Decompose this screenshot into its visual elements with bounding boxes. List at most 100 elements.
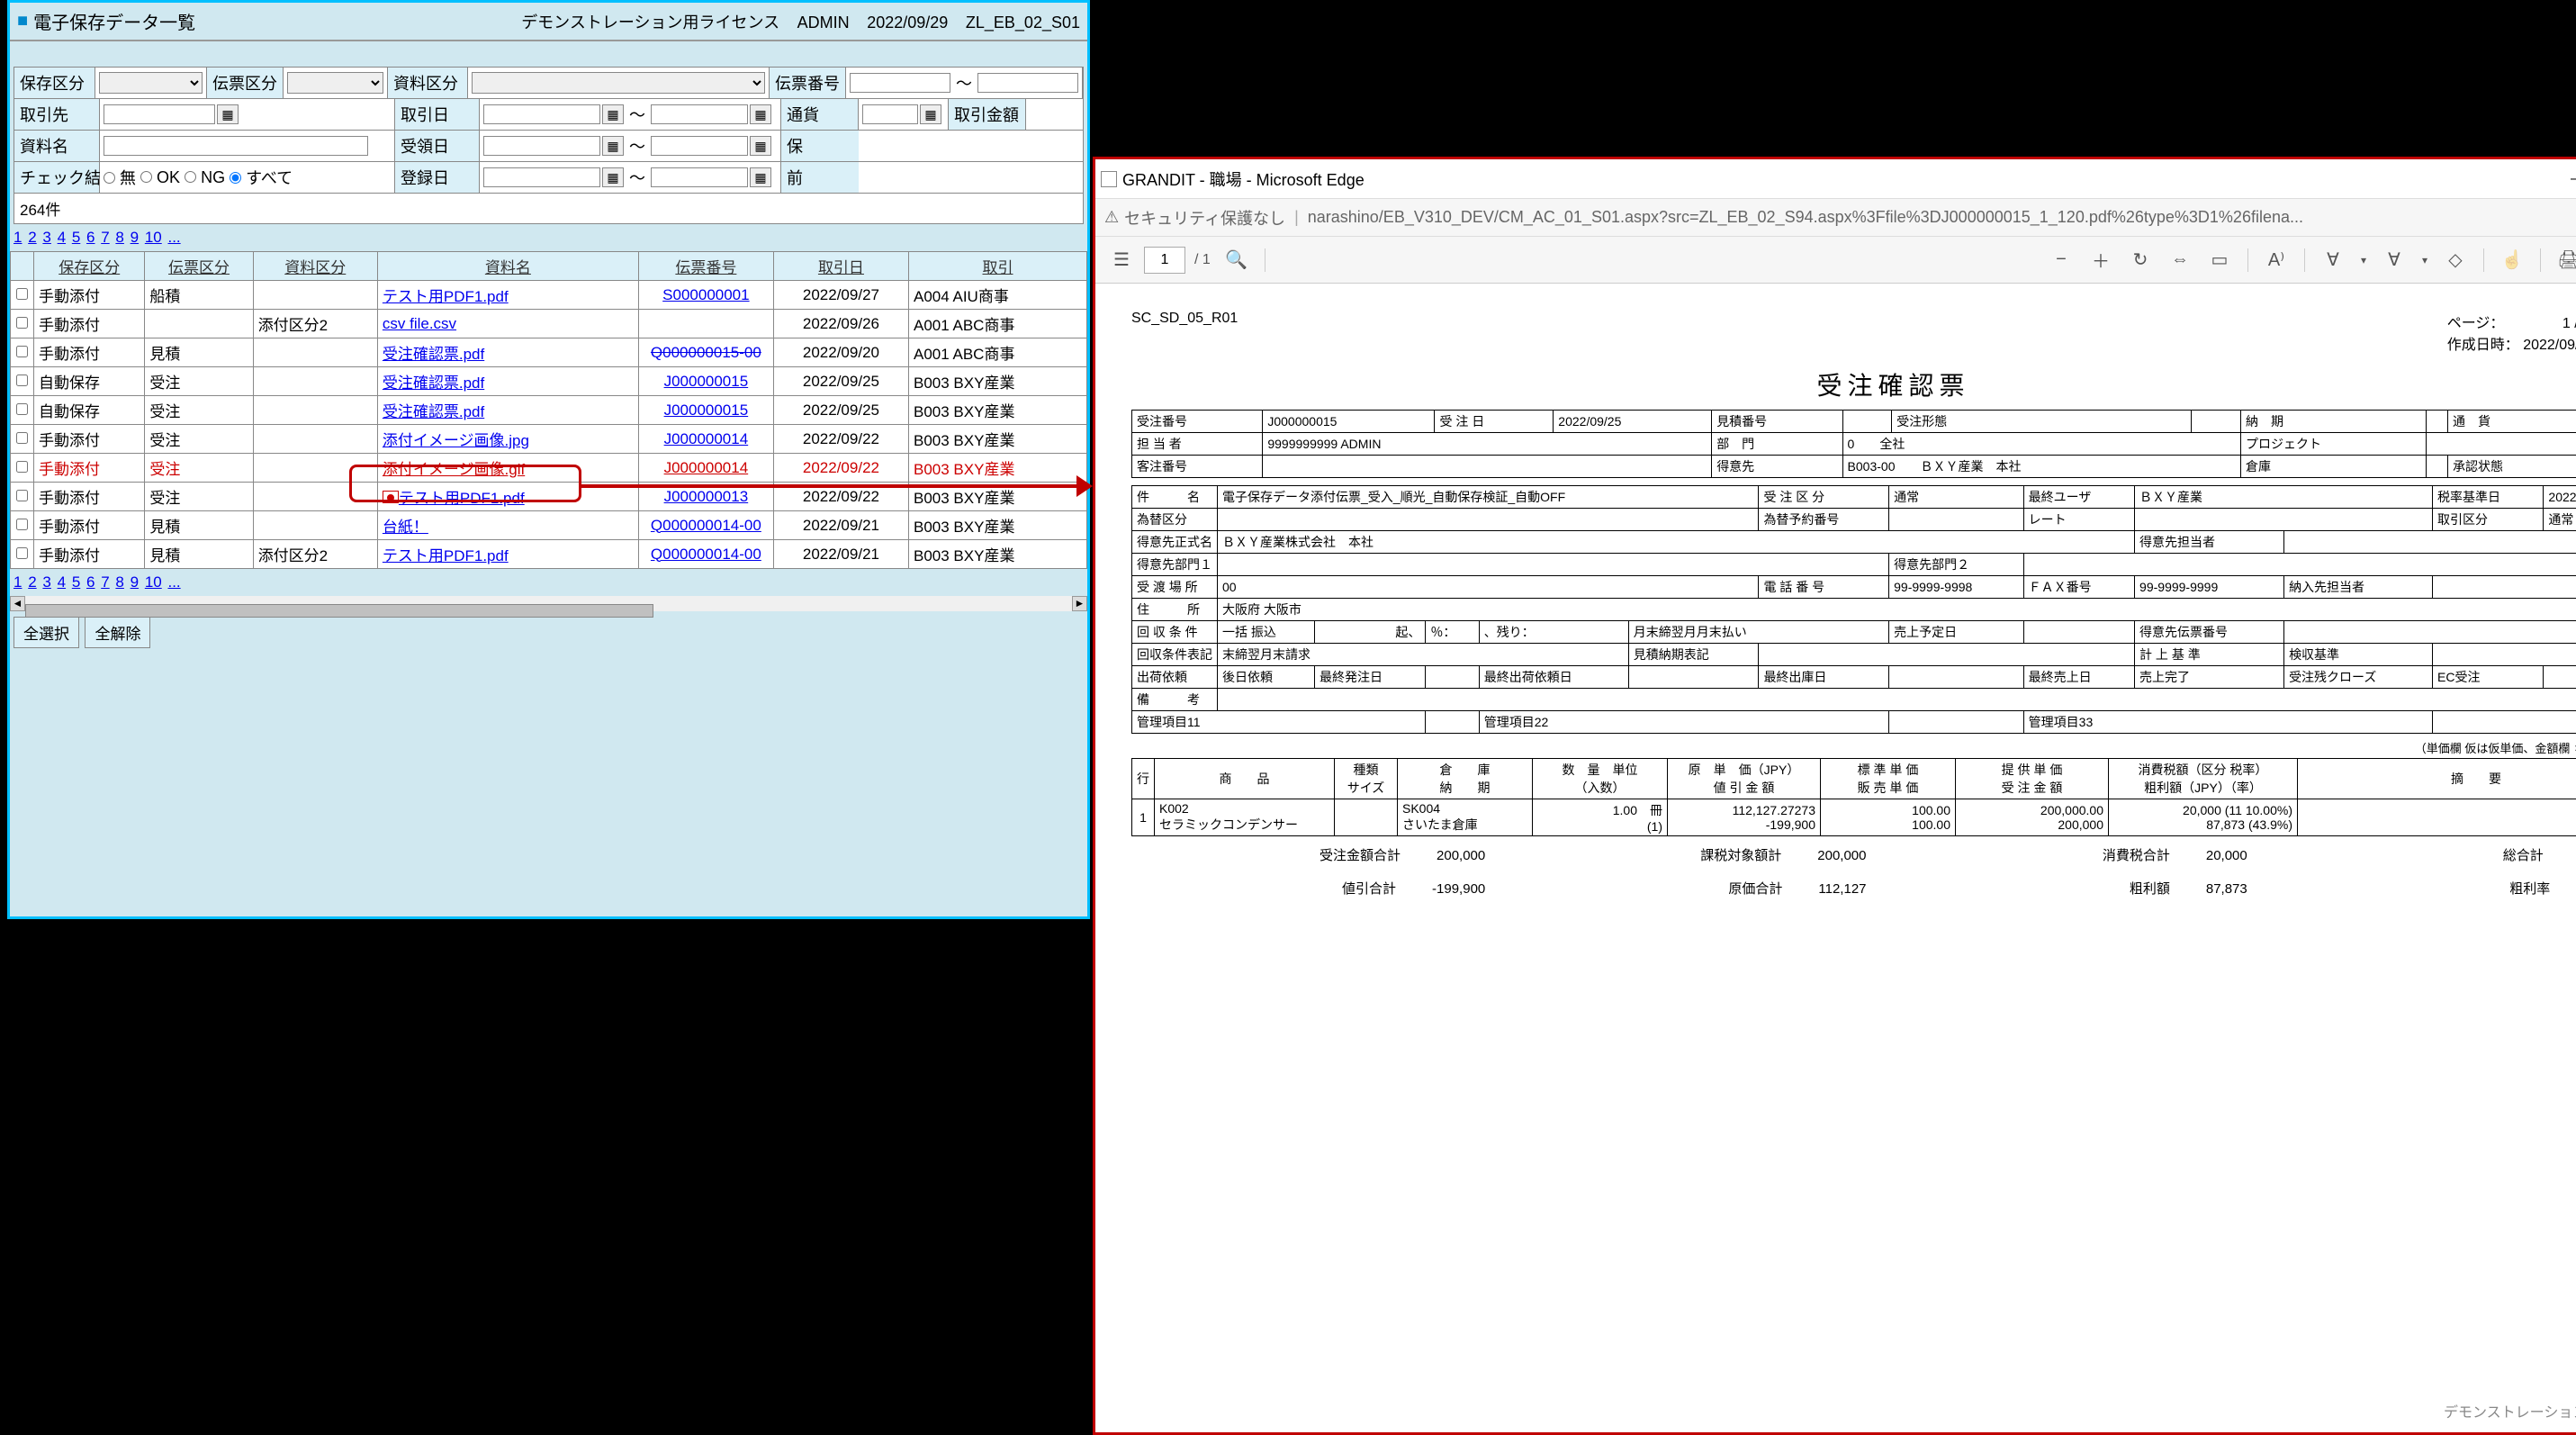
clear-all-button[interactable]: 全解除 [85,617,150,648]
pager-link[interactable]: 9 [131,573,139,591]
inp-torihikisaki[interactable] [104,104,215,124]
print-icon[interactable]: 🖨 [2552,243,2576,277]
slip-link[interactable]: Q000000014-00 [651,517,761,534]
col-shiryo[interactable]: 資料区分 [253,252,377,281]
inp-juryo-from[interactable] [483,136,600,156]
cal-from-1[interactable]: ▦ [602,104,624,124]
slip-link[interactable]: Q000000015-00 [651,344,761,361]
slip-link[interactable]: J000000014 [664,459,749,476]
inp-touroku-to[interactable] [651,167,748,187]
select-all-button[interactable]: 全選択 [14,617,79,648]
url-text[interactable]: narashino/EB_V310_DEV/CM_AC_01_S01.aspx?… [1308,208,2576,227]
pager-link[interactable]: 1 [14,573,22,591]
row-checkbox[interactable] [16,375,28,386]
pager-link[interactable]: 4 [58,573,66,591]
pager-link[interactable]: 4 [58,229,66,246]
scroll-right-icon[interactable]: ► [1072,596,1087,611]
inp-shiryomei[interactable] [104,136,368,156]
file-link[interactable]: テスト用PDF1.pdf [383,547,509,564]
pager-link[interactable]: 8 [115,573,123,591]
cal-to-1[interactable]: ▦ [750,104,771,124]
highlight-icon[interactable]: ∀ [2377,243,2411,277]
file-link[interactable]: 台紙！ [383,519,428,536]
rotate-icon[interactable]: ↻ [2123,243,2157,277]
col-denpyo[interactable]: 伝票区分 [145,252,253,281]
inp-torihikibi-from[interactable] [483,104,600,124]
lookup-torihikisaki[interactable]: ▦ [217,104,239,124]
row-checkbox[interactable] [16,461,28,473]
pager-link[interactable]: 5 [72,229,80,246]
file-link[interactable]: 受注確認票.pdf [383,403,484,420]
lookup-tsuka[interactable]: ▦ [920,104,941,124]
draw-chevron-icon[interactable]: ▾ [2355,243,2372,277]
pager-link[interactable]: 8 [115,229,123,246]
inp-juryo-to[interactable] [651,136,748,156]
slip-link[interactable]: J000000015 [664,373,749,390]
row-checkbox[interactable] [16,432,28,444]
pager-link[interactable]: 10 [145,573,162,591]
col-name[interactable]: 資料名 [377,252,638,281]
pager-link[interactable]: 7 [101,229,109,246]
col-date[interactable]: 取引日 [773,252,908,281]
slip-link[interactable]: Q000000014-00 [651,546,761,563]
h-scrollbar[interactable]: ◄ ► [10,596,1087,611]
pager-link[interactable]: ... [167,573,180,591]
col-partner[interactable]: 取引 [909,252,1087,281]
inp-denpyo-no-from[interactable] [850,73,950,93]
row-checkbox[interactable] [16,288,28,300]
slip-link[interactable]: J000000015 [664,402,749,419]
page-input[interactable] [1144,247,1185,274]
pager-link[interactable]: 7 [101,573,109,591]
cal-to-2[interactable]: ▦ [750,136,771,156]
touch-icon[interactable]: ☝ [2495,243,2529,277]
radio-none[interactable]: 無 [104,166,136,189]
row-checkbox[interactable] [16,519,28,530]
pager-link[interactable]: 3 [42,573,50,591]
pager-link[interactable]: 6 [86,229,95,246]
cal-to-3[interactable]: ▦ [750,167,771,187]
minimize-button[interactable]: — [2556,164,2576,194]
pager-link[interactable]: 10 [145,229,162,246]
cal-from-2[interactable]: ▦ [602,136,624,156]
radio-all[interactable]: すべて [230,166,293,189]
file-link[interactable]: csv file.csv [383,315,456,332]
inp-touroku-from[interactable] [483,167,600,187]
inp-tsuka[interactable] [862,104,918,124]
slip-link[interactable]: J000000014 [664,430,749,447]
file-link[interactable]: テスト用PDF1.pdf [383,288,509,305]
radio-ok[interactable]: OK [140,168,180,187]
cal-from-3[interactable]: ▦ [602,167,624,187]
row-checkbox[interactable] [16,490,28,501]
row-checkbox[interactable] [16,317,28,329]
pager-link[interactable]: 3 [42,229,50,246]
sel-denpyo-kbn[interactable] [287,72,383,94]
file-link[interactable]: 添付イメージ画像.jpg [383,432,529,449]
row-checkbox[interactable] [16,547,28,559]
zoom-out-icon[interactable]: − [2044,243,2078,277]
zoom-in-icon[interactable]: ＋ [2084,243,2118,277]
pager-link[interactable]: 2 [28,573,36,591]
file-link[interactable]: 受注確認票.pdf [383,346,484,363]
contents-icon[interactable]: ☰ [1104,243,1139,277]
pager-link[interactable]: 2 [28,229,36,246]
scroll-left-icon[interactable]: ◄ [10,596,25,611]
erase-icon[interactable]: ◇ [2438,243,2472,277]
pager-link[interactable]: ... [167,229,180,246]
pager-link[interactable]: 5 [72,573,80,591]
sel-hozon-kbn[interactable] [99,72,203,94]
radio-ng[interactable]: NG [185,168,225,187]
read-aloud-pdf-icon[interactable]: A⁾ [2259,243,2293,277]
row-checkbox[interactable] [16,403,28,415]
slip-link[interactable]: S000000001 [662,286,749,303]
page-view-icon[interactable]: ▭ [2202,243,2237,277]
slip-link[interactable]: J000000013 [664,488,749,505]
col-hozon[interactable]: 保存区分 [34,252,145,281]
search-pdf-icon[interactable]: 🔍 [1220,243,1254,277]
pager-link[interactable]: 9 [131,229,139,246]
pager-link[interactable]: 6 [86,573,95,591]
draw-icon[interactable]: ∀ [2316,243,2350,277]
inp-torihikibi-to[interactable] [651,104,748,124]
col-no[interactable]: 伝票番号 [638,252,773,281]
row-checkbox[interactable] [16,346,28,357]
highlight-chevron-icon[interactable]: ▾ [2417,243,2433,277]
